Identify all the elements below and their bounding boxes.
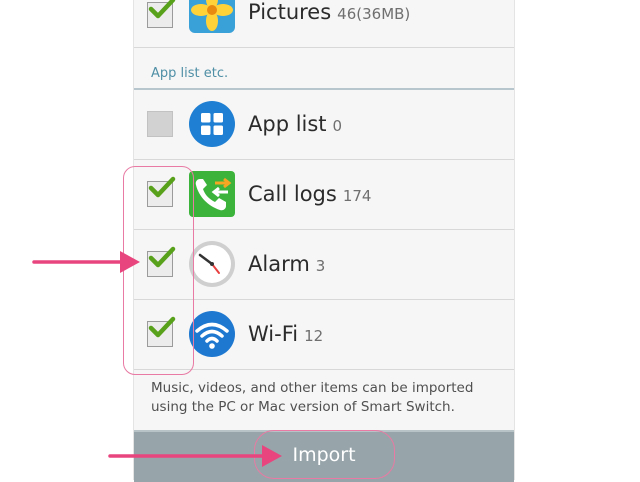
app-list-count: 0 [332, 117, 343, 135]
wifi-icon [188, 310, 236, 358]
list-item-wifi[interactable]: Wi-Fi 12 [134, 300, 514, 370]
call-logs-label: Call logs 174 [248, 182, 372, 206]
alarm-count: 3 [315, 257, 326, 275]
list-item-call-logs[interactable]: Call logs 174 [134, 160, 514, 230]
list-item-alarm[interactable]: Alarm 3 [134, 230, 514, 300]
call-logs-count: 174 [342, 187, 372, 205]
wifi-count: 12 [304, 327, 324, 345]
wifi-checkbox[interactable] [147, 316, 176, 347]
checkmark-icon [148, 316, 176, 338]
pictures-label: Pictures 46(36MB) [248, 0, 411, 24]
import-button[interactable]: Import [134, 444, 514, 466]
call-logs-checkbox[interactable] [147, 176, 176, 207]
wifi-label: Wi-Fi 12 [248, 322, 324, 346]
app-list-label: App list 0 [248, 112, 343, 136]
checkmark-icon [148, 176, 176, 198]
pictures-app-icon [188, 0, 236, 34]
checkmark-icon [148, 246, 176, 268]
import-info-note: Music, videos, and other items can be im… [151, 380, 474, 415]
arrow-to-checkboxes [32, 251, 140, 273]
app-grid-icon [188, 100, 236, 148]
list-item-pictures[interactable]: Pictures 46(36MB) [134, 0, 514, 48]
list-item-app-list[interactable]: App list 0 [134, 90, 514, 160]
alarm-label: Alarm 3 [248, 252, 326, 276]
alarm-checkbox[interactable] [147, 246, 176, 277]
alarm-clock-icon [188, 240, 236, 288]
app-list-checkbox[interactable] [147, 111, 173, 137]
call-log-icon [188, 170, 236, 218]
checkmark-icon [148, 0, 176, 19]
smart-switch-screen: Pictures 46(36MB) App list etc. App list 0… [133, 0, 515, 482]
pictures-count: 46(36MB) [337, 5, 411, 23]
pictures-checkbox[interactable] [147, 0, 176, 28]
section-header: App list etc. [151, 66, 229, 81]
